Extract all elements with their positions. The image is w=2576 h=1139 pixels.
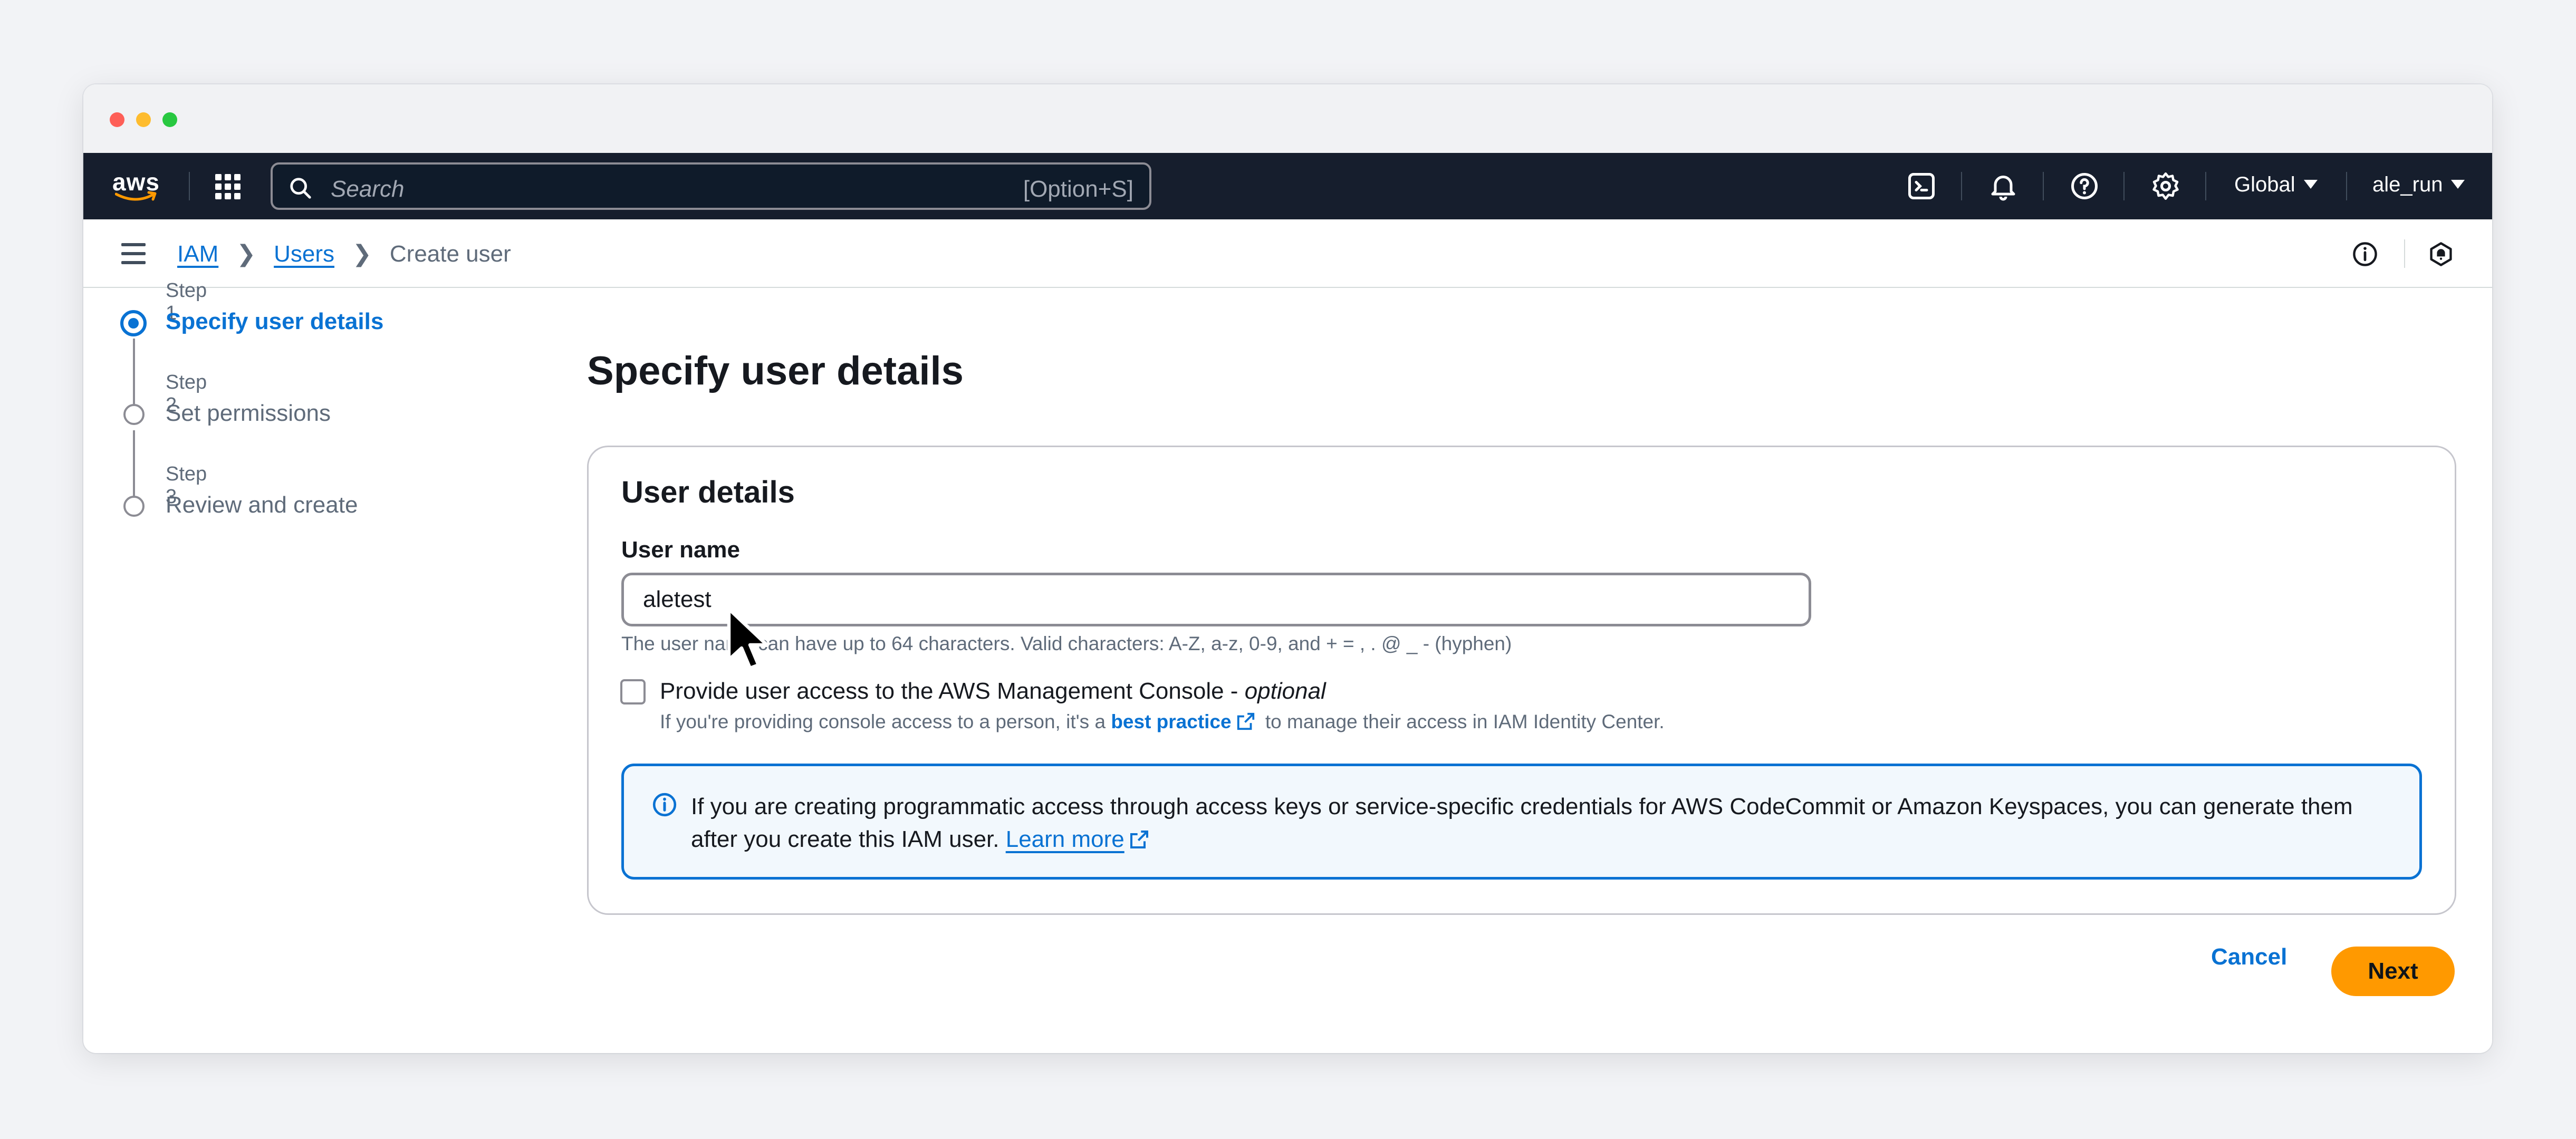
best-practice-link[interactable]: best practice — [1111, 711, 1231, 732]
services-grid-icon[interactable] — [215, 174, 241, 199]
cloudshell-icon[interactable] — [1906, 170, 1937, 202]
username-input[interactable] — [621, 573, 1811, 626]
username-label: User name — [621, 537, 741, 563]
step-connector — [133, 339, 135, 406]
search-placeholder: Search — [331, 176, 405, 202]
search-icon — [290, 178, 311, 199]
minimize-window-button[interactable] — [136, 112, 151, 127]
bc-divider — [2404, 239, 2405, 268]
console-access-text: Provide user access to the AWS Managemen… — [660, 678, 1245, 704]
browser-window: aws Search [Option+S] Global ale_run IAM… — [83, 84, 2492, 1053]
search-shortcut-hint: [Option+S] — [1023, 176, 1133, 202]
zoom-window-button[interactable] — [162, 112, 177, 127]
region-label: Global — [2234, 173, 2295, 196]
aws-top-navigation: aws Search [Option+S] Global ale_run — [83, 153, 2492, 219]
hamburger-menu-icon[interactable] — [121, 243, 146, 264]
nav-divider — [2205, 172, 2206, 200]
info-text-body: If you are creating programmatic access … — [691, 794, 2353, 852]
desc-text: to manage their access in IAM Identity C… — [1260, 711, 1665, 732]
account-menu[interactable]: ale_run — [2372, 173, 2465, 197]
step-active-indicator-icon — [120, 310, 147, 336]
breadcrumb-bar: IAM ❯ Users ❯ Create user — [83, 219, 2492, 288]
notifications-panel-icon[interactable] — [2427, 240, 2455, 268]
optional-tag: optional — [1244, 678, 1326, 704]
info-alert: If you are creating programmatic access … — [621, 764, 2422, 880]
step-indicator-icon — [123, 496, 145, 517]
breadcrumb-link-iam[interactable]: IAM — [177, 241, 218, 267]
info-icon — [652, 793, 677, 817]
aws-logo[interactable]: aws — [110, 168, 162, 205]
bell-icon[interactable] — [1987, 170, 2019, 202]
cancel-button[interactable]: Cancel — [2211, 944, 2287, 970]
breadcrumb-current: Create user — [389, 240, 511, 267]
nav-divider — [2346, 172, 2347, 200]
breadcrumb-link-users[interactable]: Users — [274, 241, 334, 267]
console-access-label[interactable]: Provide user access to the AWS Managemen… — [660, 678, 1326, 704]
step-indicator-icon — [123, 404, 145, 425]
gear-icon[interactable] — [2150, 170, 2181, 202]
window-titlebar — [83, 84, 2492, 153]
nav-divider — [2043, 172, 2044, 200]
close-window-button[interactable] — [110, 112, 124, 127]
external-link-icon — [1130, 831, 1148, 848]
chevron-right-icon: ❯ — [236, 241, 256, 267]
mouse-cursor-icon — [727, 607, 769, 670]
breadcrumb: IAM ❯ Users ❯ Create user — [177, 240, 511, 267]
learn-more-link[interactable]: Learn more — [1006, 826, 1124, 852]
chevron-right-icon: ❯ — [352, 241, 372, 267]
panel-title: User details — [621, 475, 795, 509]
search-bar[interactable]: Search [Option+S] — [271, 162, 1151, 210]
nav-divider — [189, 172, 190, 200]
page-title: Specify user details — [587, 349, 964, 393]
info-alert-text: If you are creating programmatic access … — [691, 790, 2379, 856]
aws-smile-icon — [115, 191, 157, 201]
console-access-description: If you're providing console access to a … — [660, 711, 1665, 733]
step-title: Review and create — [166, 492, 358, 518]
console-access-checkbox[interactable] — [620, 679, 646, 704]
info-icon[interactable] — [2351, 240, 2379, 268]
user-details-panel: User details User name The user name can… — [587, 446, 2456, 915]
caret-down-icon — [2451, 180, 2465, 189]
desc-text: If you're providing console access to a … — [660, 711, 1111, 732]
caret-down-icon — [2303, 180, 2318, 189]
step-connector — [133, 430, 135, 498]
region-selector[interactable]: Global — [2234, 173, 2318, 197]
external-link-icon — [1237, 712, 1254, 730]
nav-divider — [1961, 172, 1962, 200]
help-icon[interactable] — [2069, 170, 2100, 202]
step-title: Set permissions — [166, 400, 331, 426]
next-button[interactable]: Next — [2331, 947, 2455, 996]
nav-divider — [2123, 172, 2125, 200]
account-name: ale_run — [2372, 173, 2443, 196]
step-title-active[interactable]: Specify user details — [166, 308, 383, 335]
